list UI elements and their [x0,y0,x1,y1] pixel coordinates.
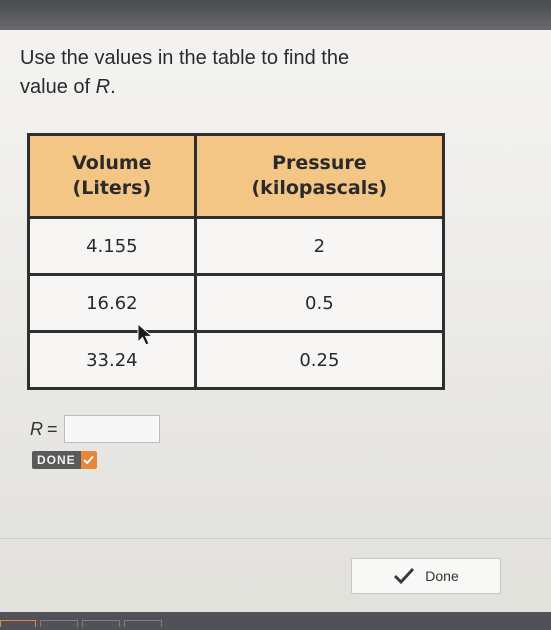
header-volume: Volume (Liters) [27,133,197,219]
table-row: 33.24 0.25 [27,330,446,390]
check-icon [80,451,97,469]
taskbar-segment [40,620,78,627]
prompt-line-1: Use the values in the table to find the [20,47,350,69]
checkmark-icon [394,567,415,585]
prompt-line-2: value of R. [20,73,440,102]
header-pressure-line-1: Pressure [272,152,367,174]
header-pressure-line-2: (kilopascals) [251,177,388,199]
prompt-variable: R [95,76,111,98]
table-row: 16.62 0.5 [27,273,446,333]
volume-cell: 16.62 [27,273,197,333]
values-table: Volume (Liters) Pressure (kilopascals) 4… [27,133,446,390]
answer-equals: = [47,418,58,439]
mouse-pointer-icon [137,323,154,346]
header-volume-line-1: Volume [72,152,152,174]
header-volume-line-2: (Liters) [72,177,152,199]
done-button[interactable]: Done [351,558,501,594]
volume-cell: 4.155 [27,216,197,276]
volume-cell: 33.24 [27,330,197,390]
taskbar-segment [0,620,36,627]
answer-input[interactable] [63,415,160,443]
done-submit-label: DONE [32,451,81,469]
taskbar-segment [82,620,120,627]
header-pressure: Pressure (kilopascals) [193,133,446,219]
taskbar-segment [124,620,162,627]
prompt-line-2-prefix: value of [20,76,96,98]
pressure-cell: 0.25 [193,330,446,390]
table-row: 4.155 2 [27,216,446,276]
pressure-cell: 0.5 [193,273,446,333]
bottom-taskbar-strip [0,612,551,630]
table-header-row: Volume (Liters) Pressure (kilopascals) [27,133,446,219]
pressure-cell: 2 [193,216,446,276]
answer-row: R = [30,414,160,444]
answer-label: R [30,418,43,439]
footer-divider [0,538,551,539]
question-prompt: Use the values in the table to find the … [20,44,440,102]
prompt-line-2-suffix: . [110,76,116,98]
done-button-label: Done [425,568,459,584]
done-submit-button[interactable]: DONE [32,451,97,469]
